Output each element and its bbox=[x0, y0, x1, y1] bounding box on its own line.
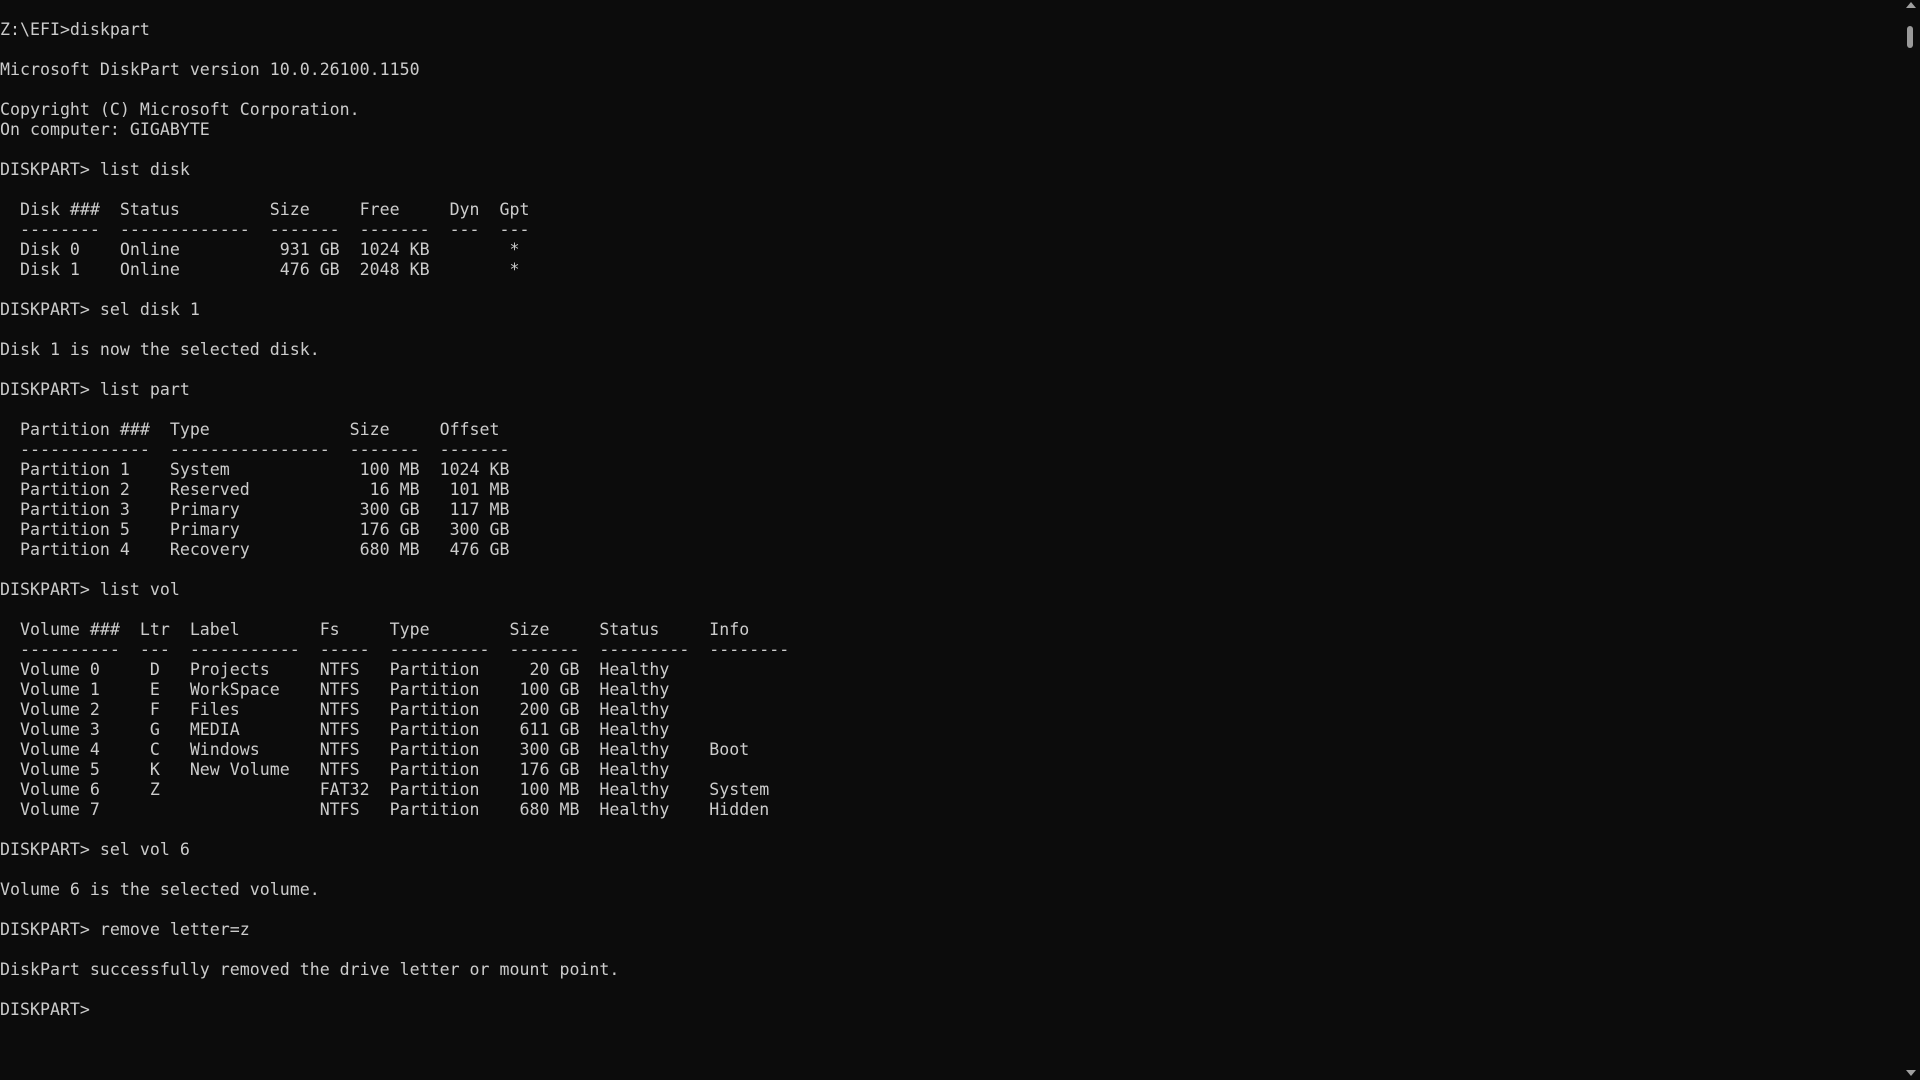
console-line: Volume 6 is the selected volume. bbox=[0, 880, 320, 899]
console-line: Volume 0 D Projects NTFS Partition 20 GB… bbox=[0, 660, 670, 679]
command-line: DISKPART> sel vol 6 bbox=[0, 840, 190, 859]
console-line: Disk ### Status Size Free Dyn Gpt bbox=[0, 200, 530, 219]
command-line: DISKPART> list disk bbox=[0, 160, 190, 179]
console-line: Volume 7 NTFS Partition 680 MB Healthy H… bbox=[0, 800, 770, 819]
console-line: Partition 3 Primary 300 GB 117 MB bbox=[0, 500, 510, 519]
console-line: Disk 1 is now the selected disk. bbox=[0, 340, 320, 359]
console-line: ---------- --- ----------- ----- -------… bbox=[0, 640, 790, 659]
arrow-down-icon[interactable] bbox=[1906, 1070, 1916, 1076]
console-line: On computer: GIGABYTE bbox=[0, 120, 210, 139]
terminal-window[interactable]: Z:\EFI>diskpart Microsoft DiskPart versio… bbox=[0, 0, 1900, 1080]
console-line: Partition 2 Reserved 16 MB 101 MB bbox=[0, 480, 510, 499]
console-line: Copyright (C) Microsoft Corporation. bbox=[0, 100, 360, 119]
console-line: Microsoft DiskPart version 10.0.26100.11… bbox=[0, 60, 420, 79]
console-line: ------------- ---------------- ------- -… bbox=[0, 440, 510, 459]
command-line: DISKPART> list part bbox=[0, 380, 190, 399]
console-line: Volume 5 K New Volume NTFS Partition 176… bbox=[0, 760, 670, 779]
vertical-scrollbar[interactable] bbox=[1901, 0, 1920, 1080]
arrow-up-icon[interactable] bbox=[1906, 2, 1916, 8]
console-line: Volume 2 F Files NTFS Partition 200 GB H… bbox=[0, 700, 670, 719]
command-line: Z:\EFI>diskpart bbox=[0, 20, 150, 39]
console-line: Partition 5 Primary 176 GB 300 GB bbox=[0, 520, 510, 539]
command-line: DISKPART> sel disk 1 bbox=[0, 300, 200, 319]
console-line: Disk 0 Online 931 GB 1024 KB * bbox=[0, 240, 520, 259]
console-line: Volume 4 C Windows NTFS Partition 300 GB… bbox=[0, 740, 750, 759]
console-line: Partition ### Type Size Offset bbox=[0, 420, 500, 439]
console-line: Volume 6 Z FAT32 Partition 100 MB Health… bbox=[0, 780, 770, 799]
console-line: Disk 1 Online 476 GB 2048 KB * bbox=[0, 260, 520, 279]
console-output[interactable]: Z:\EFI>diskpart Microsoft DiskPart versio… bbox=[0, 20, 789, 1020]
console-line: Volume ### Ltr Label Fs Type Size Status… bbox=[0, 620, 750, 639]
console-line: Partition 4 Recovery 680 MB 476 GB bbox=[0, 540, 510, 559]
console-line: -------- ------------- ------- ------- -… bbox=[0, 220, 530, 239]
command-line: DISKPART> remove letter=z bbox=[0, 920, 250, 939]
console-line: DiskPart successfully removed the drive … bbox=[0, 960, 620, 979]
console-line: Partition 1 System 100 MB 1024 KB bbox=[0, 460, 510, 479]
console-line: Volume 1 E WorkSpace NTFS Partition 100 … bbox=[0, 680, 670, 699]
scrollbar-thumb[interactable] bbox=[1907, 26, 1913, 48]
console-line: Volume 3 G MEDIA NTFS Partition 611 GB H… bbox=[0, 720, 670, 739]
command-line: DISKPART> bbox=[0, 1000, 100, 1019]
command-line: DISKPART> list vol bbox=[0, 580, 180, 599]
